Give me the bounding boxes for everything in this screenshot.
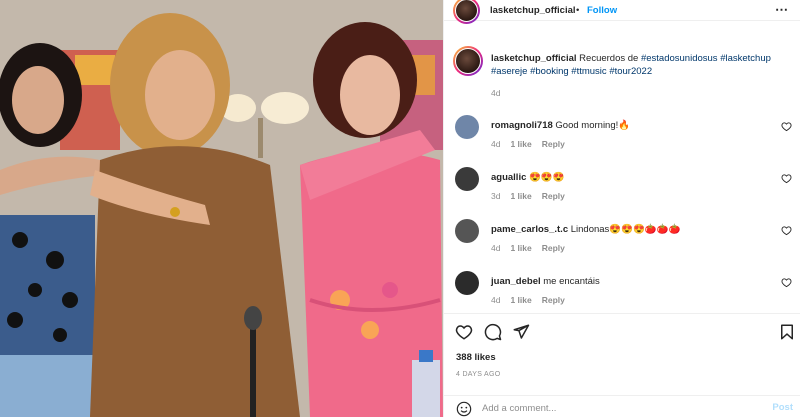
commenter-avatar[interactable] — [455, 115, 479, 139]
caption-body: Recuerdos de — [579, 53, 639, 64]
caption-timestamp[interactable]: 4d — [491, 88, 500, 98]
heart-outline-icon[interactable] — [781, 225, 792, 236]
more-horizontal-icon[interactable]: ⋯ — [775, 2, 789, 18]
comment-time[interactable]: 4d — [491, 295, 500, 305]
hashtag-link[interactable]: #estadosunidosus — [641, 53, 718, 64]
comment-meta: 3d 1 like Reply — [491, 191, 565, 201]
commenter-avatar[interactable] — [455, 167, 479, 191]
reply-button[interactable]: Reply — [542, 191, 565, 201]
commenter-avatar[interactable] — [455, 271, 479, 295]
comment-body: Lindonas😍😍😍🍅🍅🍅 — [570, 224, 681, 235]
hashtag-link[interactable]: #booking — [530, 66, 569, 77]
hashtag-link[interactable]: #asereje — [491, 66, 527, 77]
comment-meta: 4d 1 like Reply — [491, 139, 565, 149]
heart-outline-icon[interactable] — [781, 121, 792, 132]
comment-likes[interactable]: 1 like — [510, 243, 531, 253]
author-username[interactable]: lasketchup_official — [490, 5, 576, 16]
commenter-avatar[interactable] — [455, 219, 479, 243]
heart-outline-icon[interactable] — [781, 277, 792, 288]
caption-username[interactable]: lasketchup_official — [491, 53, 577, 64]
comment-body: 😍😍😍 — [529, 172, 565, 183]
photo-illustration — [0, 0, 443, 417]
commenter-username[interactable]: romagnoli718 — [491, 120, 553, 131]
comment-bubble-icon[interactable] — [484, 323, 502, 341]
comment-time[interactable]: 4d — [491, 243, 500, 253]
post-details-panel: lasketchup_official • Follow ⋯ lasketchu… — [443, 0, 800, 417]
post-photo[interactable] — [0, 0, 443, 417]
bookmark-icon[interactable] — [778, 323, 796, 341]
comment-text: aguallic 😍😍😍 — [491, 172, 565, 183]
caption-text: lasketchup_official Recuerdos de #estado… — [491, 52, 791, 78]
comment-item: romagnoli718 Good morning!🔥 4d 1 like Re… — [453, 115, 798, 155]
comment-meta: 4d 1 like Reply — [491, 295, 565, 305]
comment-item: pame_carlos_.t.c Lindonas😍😍😍🍅🍅🍅 4d 1 lik… — [453, 219, 798, 259]
caption-author-avatar[interactable] — [453, 46, 483, 76]
hashtag-link[interactable]: #tour2022 — [609, 66, 652, 77]
hashtag-link[interactable]: #lasketchup — [720, 53, 771, 64]
comment-likes[interactable]: 1 like — [510, 295, 531, 305]
comment-item: juan_debel me encantáis 4d 1 like Reply — [453, 271, 798, 311]
comment-text: pame_carlos_.t.c Lindonas😍😍😍🍅🍅🍅 — [491, 224, 680, 235]
author-avatar[interactable] — [453, 0, 480, 24]
commenter-username[interactable]: aguallic — [491, 172, 526, 183]
reply-button[interactable]: Reply — [542, 295, 565, 305]
paper-plane-icon[interactable] — [512, 323, 530, 341]
post-header: lasketchup_official • Follow ⋯ — [444, 0, 800, 24]
comment-text: juan_debel me encantáis — [491, 276, 600, 287]
separator-dot: • — [576, 5, 580, 16]
commenter-username[interactable]: juan_debel — [491, 276, 541, 287]
comment-text: romagnoli718 Good morning!🔥 — [491, 120, 630, 131]
follow-button[interactable]: Follow — [587, 5, 617, 16]
heart-outline-icon[interactable] — [781, 173, 792, 184]
comment-time[interactable]: 4d — [491, 139, 500, 149]
heart-outline-icon[interactable] — [455, 323, 473, 341]
reply-button[interactable]: Reply — [542, 243, 565, 253]
comment-likes[interactable]: 1 like — [510, 191, 531, 201]
hashtag-link[interactable]: #ttmusic — [571, 66, 606, 77]
commenter-username[interactable]: pame_carlos_.t.c — [491, 224, 568, 235]
smiley-icon[interactable] — [456, 401, 472, 417]
comment-item: aguallic 😍😍😍 3d 1 like Reply — [453, 167, 798, 207]
comment-body: Good morning!🔥 — [555, 120, 631, 131]
post-actions-section: 388 likes 4 DAYS AGO Post — [444, 313, 800, 417]
comment-meta: 4d 1 like Reply — [491, 243, 565, 253]
comment-time[interactable]: 3d — [491, 191, 500, 201]
reply-button[interactable]: Reply — [542, 139, 565, 149]
instagram-post-view: lasketchup_official • Follow ⋯ lasketchu… — [0, 0, 800, 417]
likes-count[interactable]: 388 likes — [456, 352, 496, 363]
comment-likes[interactable]: 1 like — [510, 139, 531, 149]
add-comment-bar: Post — [444, 395, 800, 417]
comment-body: me encantáis — [543, 276, 600, 287]
post-date[interactable]: 4 DAYS AGO — [456, 371, 501, 378]
post-comment-button[interactable]: Post — [772, 402, 793, 413]
comment-input[interactable] — [482, 400, 752, 416]
